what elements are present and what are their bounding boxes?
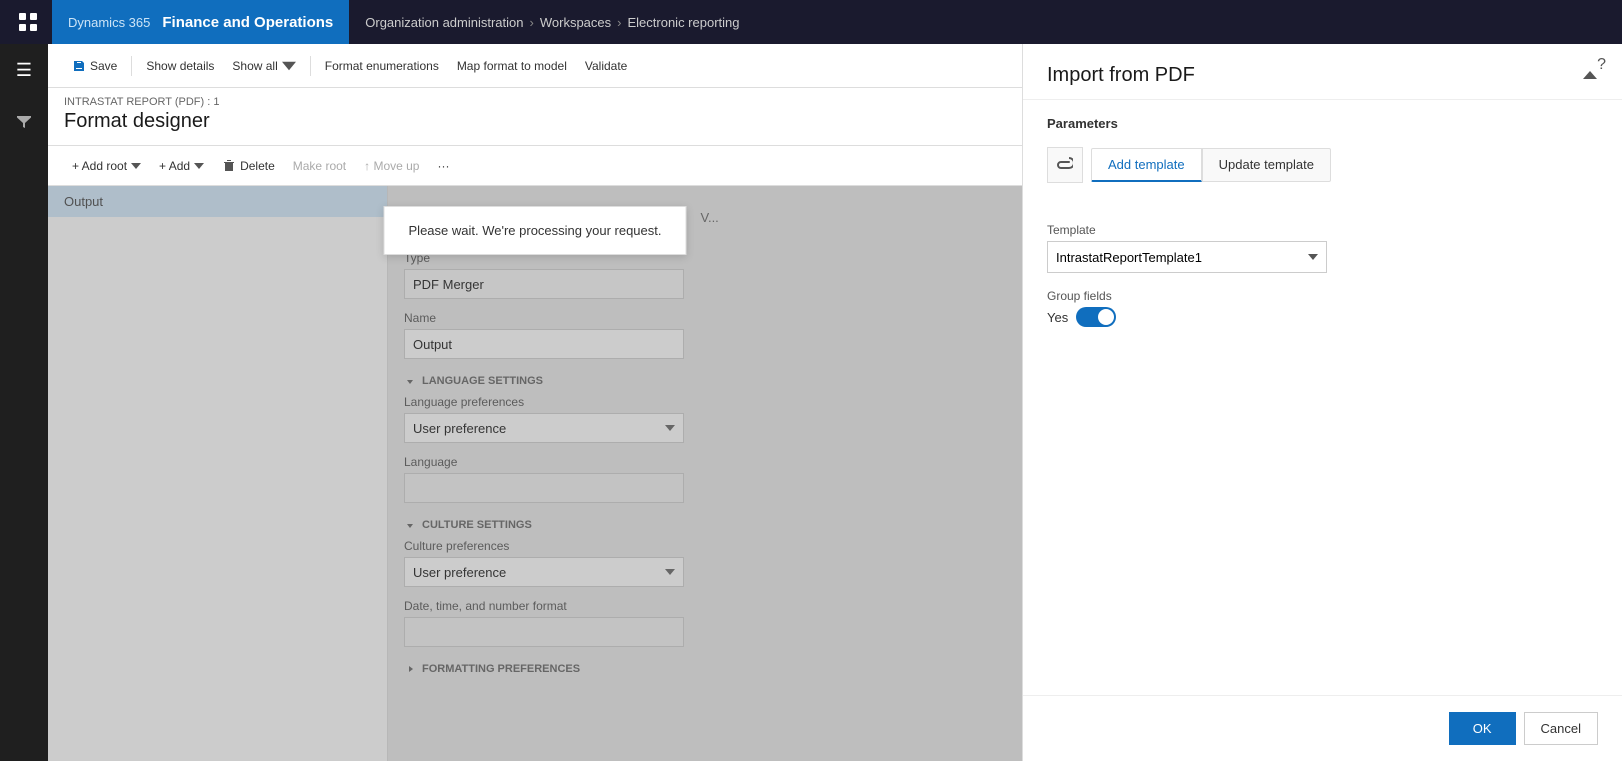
template-tabs: Add template Update template — [1091, 148, 1331, 182]
main-layout: ☰ Save Show details Show all Form — [0, 44, 1622, 761]
show-details-button[interactable]: Show details — [138, 50, 222, 82]
top-nav: Dynamics 365 Finance and Operations Orga… — [0, 0, 1622, 44]
page-title: Format designer — [64, 110, 1006, 133]
toggle-yes-label: Yes — [1047, 310, 1068, 325]
apps-icon[interactable] — [12, 6, 44, 38]
params-label: Parameters — [1047, 116, 1118, 131]
sidebar: ☰ — [0, 44, 48, 761]
map-format-button[interactable]: Map format to model — [449, 50, 575, 82]
template-select[interactable]: IntrastatReportTemplate1 — [1047, 241, 1327, 273]
cancel-button[interactable]: Cancel — [1524, 712, 1598, 745]
ok-button[interactable]: OK — [1449, 712, 1516, 745]
side-panel-header: Import from PDF — [1023, 44, 1622, 100]
more-button[interactable]: ··· — [429, 155, 457, 177]
breadcrumb-part3: Electronic reporting — [627, 15, 739, 30]
update-template-tab[interactable]: Update template — [1202, 148, 1331, 182]
filter-icon[interactable] — [8, 105, 40, 142]
app-name-label: Finance and Operations — [162, 14, 333, 31]
import-from-pdf-panel: ? Import from PDF Parameters Ad — [1022, 44, 1622, 761]
brand-section: Dynamics 365 Finance and Operations — [52, 0, 349, 44]
group-fields-label: Group fields — [1047, 289, 1598, 303]
help-icon[interactable]: ? — [1597, 56, 1606, 74]
breadcrumb: Organization administration › Workspaces… — [349, 0, 755, 44]
template-field-row: Template IntrastatReportTemplate1 — [1047, 223, 1598, 273]
content-area: Output Format Mapping Transformations — [48, 186, 1022, 761]
breadcrumb-part2: Workspaces — [540, 15, 611, 30]
save-button[interactable]: Save — [64, 50, 125, 82]
attachment-button[interactable] — [1047, 147, 1083, 183]
group-fields-row: Group fields Yes — [1047, 289, 1598, 327]
template-label: Template — [1047, 223, 1598, 237]
side-panel-title: Import from PDF — [1047, 64, 1195, 87]
breadcrumb-part1: Organization administration — [365, 15, 523, 30]
toolbar: + Add root + Add Delete Make root ↑ Move… — [48, 146, 1022, 186]
left-content: Save Show details Show all Format enumer… — [48, 44, 1022, 761]
move-up-button[interactable]: ↑ Move up — [356, 155, 427, 177]
command-bar: Save Show details Show all Format enumer… — [48, 44, 1022, 88]
group-fields-toggle[interactable] — [1076, 307, 1116, 327]
cmd-sep1 — [131, 56, 132, 76]
breadcrumb-sep2: › — [617, 15, 621, 30]
make-root-button[interactable]: Make root — [285, 155, 354, 177]
cmd-sep2 — [310, 56, 311, 76]
delete-button[interactable]: Delete — [214, 155, 283, 177]
format-enumerations-button[interactable]: Format enumerations — [317, 50, 447, 82]
add-button[interactable]: + Add — [151, 155, 212, 177]
validate-button[interactable]: Validate — [577, 50, 635, 82]
dynamics-label: Dynamics 365 — [68, 15, 150, 30]
params-section: Parameters — [1047, 116, 1598, 131]
add-template-tab[interactable]: Add template — [1091, 148, 1202, 182]
add-root-button[interactable]: + Add root — [64, 155, 149, 177]
hamburger-icon[interactable]: ☰ — [8, 52, 40, 89]
show-all-button[interactable]: Show all — [224, 50, 303, 82]
breadcrumb-sep1: › — [530, 15, 534, 30]
side-panel-footer: OK Cancel — [1023, 695, 1622, 761]
overlay: Please wait. We're processing your reque… — [48, 186, 1022, 761]
page-header: INTRASTAT REPORT (PDF) : 1 Format design… — [48, 88, 1022, 146]
page-breadcrumb: INTRASTAT REPORT (PDF) : 1 — [64, 96, 1006, 108]
side-panel-body: Parameters Add template Update template — [1023, 100, 1622, 695]
toast-message: Please wait. We're processing your reque… — [384, 206, 687, 255]
collapse-button[interactable] — [1582, 67, 1598, 85]
toggle-row: Yes — [1047, 307, 1598, 327]
